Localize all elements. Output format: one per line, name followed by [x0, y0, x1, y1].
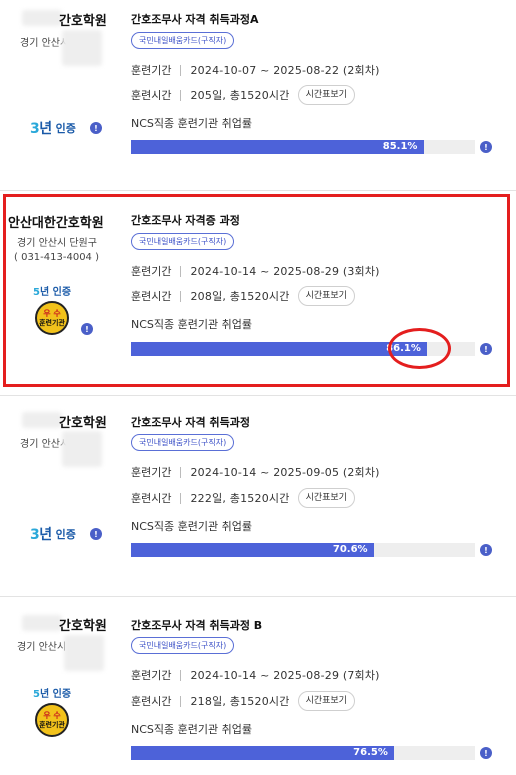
certification-3-year: 3년 인증 !: [30, 118, 102, 138]
info-icon[interactable]: !: [480, 141, 492, 153]
employment-rate-bar: 70.6%: [131, 543, 475, 557]
period-label: 훈련기간: [131, 64, 172, 77]
hours-label: 훈련시간: [131, 89, 172, 102]
card-divider: [0, 395, 516, 396]
period-value: 2024-10-14 ~ 2025-08-29 (7회차): [190, 669, 380, 682]
employment-rate-bar: 85.1%: [131, 140, 475, 154]
training-hours-row: 훈련시간 218일, 총1520시간 시간표보기: [131, 691, 355, 711]
course-title[interactable]: 간호조무사 자격 취득과정A: [131, 11, 259, 27]
hours-value: 222일, 총1520시간: [190, 492, 290, 505]
certification-3-year: 3년 인증 !: [30, 524, 102, 544]
hours-label: 훈련시간: [131, 695, 172, 708]
course-title[interactable]: 간호조무사 자격 취득과정 B: [131, 617, 262, 633]
school-name[interactable]: 간호학원: [59, 412, 107, 431]
funding-tag: 국민내일배움카드(구직자): [131, 637, 235, 654]
period-label: 훈련기간: [131, 669, 172, 682]
hours-value: 205일, 총1520시간: [190, 89, 290, 102]
redacted-address: [64, 635, 104, 671]
training-listing-card[interactable]: 간호학원 경기 안산시 5년 인증 우 수 훈련기관 간호조무사 자격 취득과정…: [0, 605, 516, 775]
card-divider: [0, 596, 516, 597]
training-period-row: 훈련기간 2024-10-14 ~ 2025-09-05 (2회차): [131, 464, 380, 480]
period-label: 훈련기간: [131, 466, 172, 479]
cert-years-icon: 5년 인증: [32, 689, 72, 700]
training-period-row: 훈련기간 2024-10-07 ~ 2025-08-22 (2회차): [131, 62, 380, 78]
info-icon[interactable]: !: [480, 747, 492, 759]
timetable-button[interactable]: 시간표보기: [297, 691, 355, 711]
hours-label: 훈련시간: [131, 492, 172, 505]
employment-rate-text: 76.5%: [353, 747, 388, 758]
cert-label: 인증: [55, 528, 76, 541]
timetable-button[interactable]: 시간표보기: [297, 488, 355, 508]
funding-tag: 국민내일배움카드(구직자): [131, 434, 235, 451]
redacted-school-name: [22, 412, 62, 428]
ncs-employment-label: NCS직종 훈련기관 취업률: [131, 723, 252, 736]
redacted-address: [62, 431, 102, 467]
certification-5-year: 5년 인증 우 수 훈련기관: [25, 685, 79, 737]
highlight-annotation-oval: [388, 328, 451, 369]
redacted-school-name: [22, 615, 62, 631]
separator: [180, 695, 182, 707]
info-icon[interactable]: !: [89, 528, 102, 540]
info-icon[interactable]: !: [480, 544, 492, 556]
employment-rate-fill: [131, 140, 424, 154]
separator: [180, 89, 182, 101]
employment-rate-text: 85.1%: [382, 141, 418, 152]
info-icon[interactable]: !: [89, 122, 102, 134]
redacted-school-name: [22, 10, 62, 26]
funding-tag: 국민내일배움카드(구직자): [131, 32, 235, 49]
cert-years-icon: 3년: [30, 527, 52, 543]
hours-value: 218일, 총1520시간: [190, 695, 290, 708]
separator: [180, 466, 182, 478]
employment-rate-text: 70.6%: [332, 544, 368, 555]
course-title[interactable]: 간호조무사 자격 취득과정: [131, 414, 250, 430]
training-hours-row: 훈련시간 205일, 총1520시간 시간표보기: [131, 85, 355, 105]
school-address: 경기 안산시: [17, 642, 67, 653]
ncs-employment-label: NCS직종 훈련기관 취업률: [131, 117, 252, 130]
ncs-employment-label: NCS직종 훈련기관 취업률: [131, 520, 252, 533]
separator: [180, 669, 182, 681]
excellent-institution-badge-icon: 우 수 훈련기관: [35, 703, 69, 737]
training-listing-card[interactable]: 간호학원 경기 안산시 3년 인증 ! 간호조무사 자격 취득과정A 국민내일배…: [0, 0, 516, 190]
timetable-button[interactable]: 시간표보기: [297, 85, 355, 105]
training-period-row: 훈련기간 2024-10-14 ~ 2025-08-29 (7회차): [131, 667, 380, 683]
employment-rate-bar: 76.5%: [131, 746, 475, 760]
school-name[interactable]: 간호학원: [59, 10, 107, 29]
cert-years-icon: 3년: [30, 121, 52, 137]
training-hours-row: 훈련시간 222일, 총1520시간 시간표보기: [131, 488, 355, 508]
redacted-address: [62, 30, 102, 66]
separator: [180, 492, 182, 504]
period-value: 2024-10-14 ~ 2025-09-05 (2회차): [190, 466, 380, 479]
card-divider: [0, 190, 516, 191]
cert-label: 인증: [55, 122, 76, 135]
period-value: 2024-10-07 ~ 2025-08-22 (2회차): [190, 64, 380, 77]
school-name[interactable]: 간호학원: [59, 615, 107, 634]
training-listing-card[interactable]: 간호학원 경기 안산시 3년 인증 ! 간호조무사 자격 취득과정 국민내일배움…: [0, 400, 516, 590]
separator: [180, 64, 182, 76]
